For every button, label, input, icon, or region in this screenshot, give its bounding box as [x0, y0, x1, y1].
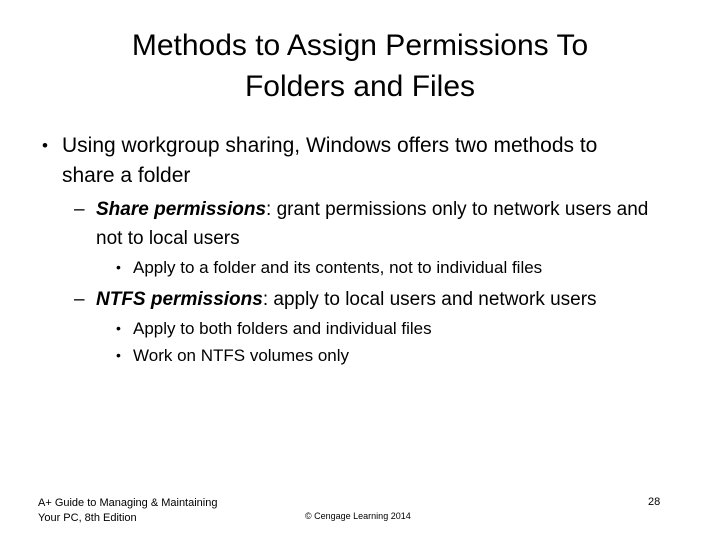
emphasis-ntfs-permissions: NTFS permissions: [96, 289, 263, 310]
bullet-marker-level1-icon: •: [42, 136, 48, 155]
footer-book-title-line-1: A+ Guide to Managing & Maintaining: [38, 497, 218, 509]
bullet-level3-text: Apply to both folders and individual fil…: [133, 319, 432, 338]
footer-copyright: © Cengage Learning 2014: [305, 511, 411, 521]
bullet-level3-item: • Work on NTFS volumes only: [116, 342, 686, 369]
bullet-level3-item: • Apply to a folder and its contents, no…: [116, 254, 686, 281]
slide-title-line-2: Folders and Files: [244, 69, 476, 103]
bullet-marker-level2-icon: –: [74, 289, 85, 310]
bullet-level3-item: • Apply to both folders and individual f…: [116, 315, 686, 342]
bullet-level2-rest: : apply to local users and network users: [262, 289, 597, 310]
slide-page-number: 28: [648, 496, 661, 508]
bullet-level1-item: • Using workgroup sharing, Windows offer…: [34, 131, 686, 191]
slide: Methods to Assign Permissions To Folders…: [0, 0, 720, 540]
bullet-level2-text: NTFS permissions: apply to local users a…: [96, 285, 686, 314]
bullet-level2-item-share-permissions: – Share permissions: grant permissions o…: [74, 195, 686, 253]
bullet-level3-text: Apply to a folder and its contents, not …: [133, 258, 543, 277]
footer-book-title-line-2: Your PC, 8th Edition: [38, 512, 137, 524]
slide-title-line-1: Methods to Assign Permissions To: [131, 29, 589, 62]
footer-book-title: A+ Guide to Managing & Maintaining Your …: [38, 496, 288, 526]
bullet-marker-level3-icon: •: [116, 320, 121, 336]
emphasis-share-permissions: Share permissions: [96, 199, 267, 220]
slide-title: Methods to Assign Permissions To Folders…: [40, 26, 680, 107]
bullet-marker-level3-icon: •: [116, 347, 121, 363]
bullet-marker-level2-icon: –: [74, 199, 85, 220]
bullet-marker-level3-icon: •: [116, 259, 121, 275]
slide-body: • Using workgroup sharing, Windows offer…: [34, 131, 686, 369]
bullet-level1-text: Using workgroup sharing, Windows offers …: [62, 134, 598, 187]
bullet-level2-item-ntfs-permissions: – NTFS permissions: apply to local users…: [74, 285, 686, 314]
bullet-level3-text: Work on NTFS volumes only: [133, 346, 350, 365]
bullet-level2-text: Share permissions: grant permissions onl…: [96, 195, 686, 253]
